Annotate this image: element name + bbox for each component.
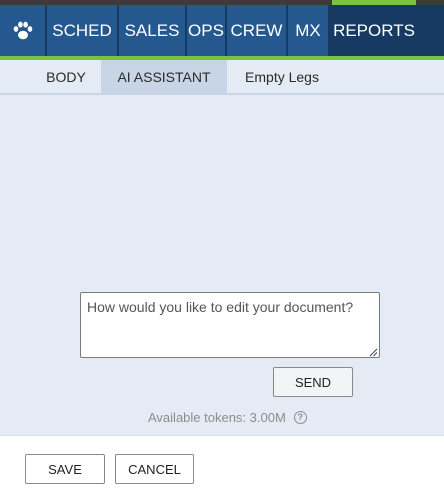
ai-assistant-panel: SEND Available tokens: 3.00M ? xyxy=(0,95,444,435)
question-circle-icon[interactable]: ? xyxy=(293,410,307,424)
nav-tab-reports[interactable]: REPORTS xyxy=(332,0,416,56)
nav-tab-crew[interactable]: CREW xyxy=(227,5,286,56)
tokens-text: Available tokens: 3.00M xyxy=(148,409,286,425)
nav-tab-ops[interactable]: OPS xyxy=(187,5,225,56)
tab-body[interactable]: BODY xyxy=(31,60,101,93)
nav-tab-sched[interactable]: SCHED xyxy=(47,5,117,56)
edit-prompt-input[interactable] xyxy=(80,292,380,358)
home-logo-button[interactable] xyxy=(0,5,45,56)
cancel-button[interactable]: CANCEL xyxy=(115,454,194,484)
paw-icon xyxy=(13,21,32,39)
sub-tab-bar: BODY AI ASSISTANT Empty Legs xyxy=(0,60,444,95)
send-button[interactable]: SEND xyxy=(273,367,353,397)
nav-tab-mx[interactable]: MX xyxy=(288,5,328,56)
save-button[interactable]: SAVE xyxy=(25,454,105,484)
tab-ai-assistant[interactable]: AI ASSISTANT xyxy=(101,60,227,93)
top-navigation-bar: SCHED SALES OPS CREW MX REPORTS xyxy=(0,0,444,60)
main-nav: SCHED SALES OPS CREW MX REPORTS xyxy=(0,0,444,56)
nav-tab-sales[interactable]: SALES xyxy=(119,5,185,56)
tab-empty-legs[interactable]: Empty Legs xyxy=(227,60,337,93)
available-tokens: Available tokens: 3.00M ? xyxy=(148,408,307,426)
footer-actions: SAVE CANCEL xyxy=(0,435,444,497)
